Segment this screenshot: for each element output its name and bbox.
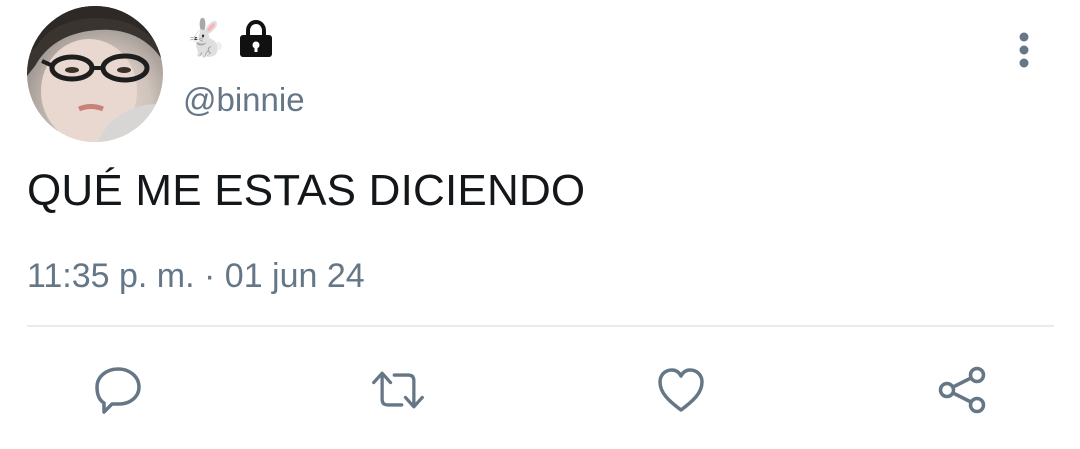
tweet-card: 🐇 @binnie QUÉ ME ESTAS DICIENDO 11:35 p.… — [0, 0, 1080, 449]
divider — [27, 325, 1054, 327]
share-icon — [938, 366, 986, 414]
rabbit-emoji: 🐇 — [183, 18, 228, 59]
more-vertical-icon[interactable] — [1010, 30, 1038, 70]
meta-separator: · — [194, 257, 225, 295]
heart-icon — [658, 368, 704, 412]
avatar[interactable] — [27, 6, 163, 142]
tweet-timestamp: 11:35 p. m. · 01 jun 24 — [27, 254, 365, 298]
display-name: 🐇 — [183, 18, 274, 60]
tweet-date: 01 jun 24 — [224, 257, 365, 295]
retweet-button[interactable] — [370, 362, 426, 418]
retweet-icon — [372, 371, 424, 409]
reply-button[interactable] — [90, 362, 146, 418]
lock-icon — [239, 20, 272, 57]
like-button[interactable] — [653, 362, 709, 418]
share-button[interactable] — [934, 362, 990, 418]
tweet-text: QUÉ ME ESTAS DICIENDO — [27, 166, 586, 215]
tweet-time: 11:35 p. m. — [27, 257, 195, 295]
reply-icon — [95, 367, 141, 414]
avatar-image — [27, 6, 163, 142]
user-handle[interactable]: @binnie — [183, 80, 305, 120]
